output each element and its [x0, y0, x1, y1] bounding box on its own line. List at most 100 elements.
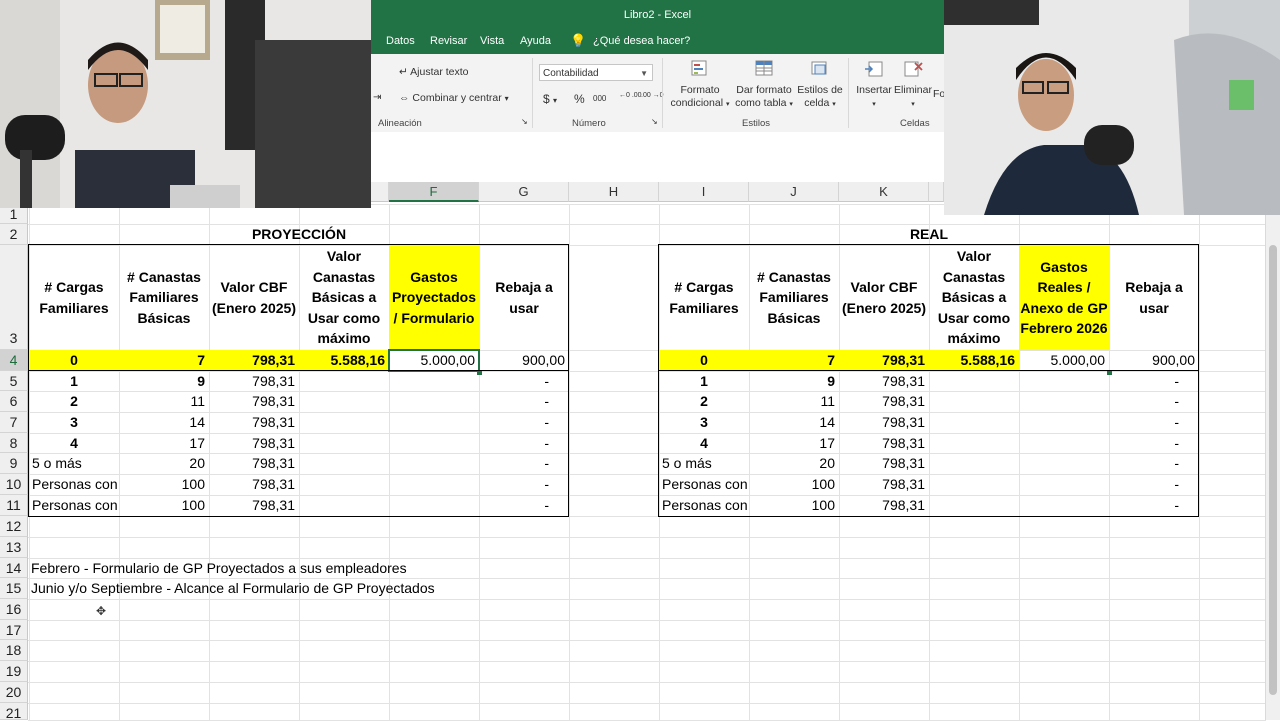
column-header-g[interactable]: G	[479, 182, 569, 202]
dialog-launcher-icon[interactable]: ↘	[521, 117, 528, 126]
row-header-18[interactable]: 18	[0, 640, 28, 661]
indent-icon[interactable]: ⇥	[373, 92, 381, 103]
tell-me-search[interactable]: ¿Qué desea hacer?	[593, 35, 690, 47]
row-header-19[interactable]: 19	[0, 661, 28, 682]
note-row-15: Junio y/o Septiembre - Alcance al Formul…	[31, 580, 435, 596]
delete-cells-icon	[904, 61, 923, 77]
grid-row-line	[28, 682, 1266, 683]
conditional-format-button[interactable]: Formato condicional ▾	[667, 58, 733, 111]
conditional-format-icon	[691, 60, 707, 76]
projection-table-border	[28, 244, 569, 517]
cond-format-label-2: condicional	[670, 97, 724, 109]
group-alignment-label: Alineación	[378, 118, 422, 129]
grid-row-line	[28, 640, 1266, 641]
cell-styles-icon	[811, 61, 827, 75]
ribbon-separator	[662, 58, 663, 128]
real-divider	[659, 370, 1199, 371]
column-header-e[interactable]	[371, 182, 389, 202]
column-header-h[interactable]: H	[569, 182, 659, 202]
scrollbar-thumb[interactable]	[1269, 245, 1277, 695]
row-header-17[interactable]: 17	[0, 620, 28, 640]
note-row-14: Febrero - Formulario de GP Proyectados a…	[31, 560, 407, 576]
cond-format-label-1: Formato	[680, 84, 720, 96]
cell-styles-button[interactable]: Estilos de celda ▾	[791, 58, 849, 111]
wrap-text-label: Ajustar texto	[410, 66, 469, 78]
wrap-text-icon: ↵	[399, 66, 408, 78]
webcam-presenter-left	[0, 0, 371, 208]
window-title: Libro2 - Excel	[623, 9, 692, 21]
excel-title-bar: Libro2 - Excel	[371, 0, 944, 30]
chevron-down-icon: ▼	[640, 69, 648, 78]
dialog-launcher-icon[interactable]: ↘	[651, 117, 658, 126]
currency-button[interactable]: $ ▾	[543, 92, 557, 106]
row-header-13[interactable]: 13	[0, 537, 28, 558]
grid-row-line	[28, 703, 1266, 704]
number-format-value: Contabilidad	[543, 68, 599, 79]
column-header-j[interactable]: J	[749, 182, 839, 202]
ribbon-separator	[848, 58, 849, 128]
ribbon-tabs: Datos Revisar Vista Ayuda 💡 ¿Qué desea h…	[371, 30, 944, 54]
row-header-5[interactable]: 5	[0, 371, 28, 391]
column-header-l[interactable]	[929, 182, 944, 202]
insert-label: Insertar	[856, 84, 892, 96]
row-header-3[interactable]: 3	[0, 245, 28, 350]
grid-row-line	[28, 720, 1266, 721]
row-header-20[interactable]: 20	[0, 682, 28, 703]
row-header-9[interactable]: 9	[0, 453, 28, 474]
format-table-label-2: como tabla	[735, 97, 787, 109]
real-table-border	[658, 244, 1199, 517]
cell-styles-label-2: celda	[804, 97, 830, 109]
row-header-12[interactable]: 12	[0, 516, 28, 537]
row-header-4[interactable]: 4	[0, 350, 28, 371]
tab-revisar[interactable]: Revisar	[430, 35, 467, 47]
real-title: REAL	[909, 226, 949, 242]
row-header-7[interactable]: 7	[0, 412, 28, 433]
percent-button[interactable]: %	[574, 92, 585, 106]
column-header-k[interactable]: K	[839, 182, 929, 202]
row-header-10[interactable]: 10	[0, 474, 28, 495]
row-header-11[interactable]: 11	[0, 495, 28, 516]
group-number-label: Número	[572, 118, 606, 129]
group-styles-label: Estilos	[742, 118, 770, 129]
row-header-16[interactable]: 16	[0, 599, 28, 620]
increase-decimal-button[interactable]: ←0 .00	[619, 92, 642, 99]
tab-ayuda[interactable]: Ayuda	[520, 35, 551, 47]
group-cells-label: Celdas	[900, 118, 930, 129]
decrease-decimal-button[interactable]: .00 →0	[641, 92, 664, 99]
wrap-text-button[interactable]: ↵ Ajustar texto	[399, 66, 469, 78]
currency-icon: $	[543, 92, 550, 106]
format-table-icon	[755, 60, 773, 76]
webcam-feed-right	[944, 0, 1280, 215]
vertical-scrollbar[interactable]	[1265, 215, 1280, 720]
merge-center-label: Combinar y centrar	[412, 92, 502, 104]
webcam-presenter-right	[944, 0, 1280, 215]
projection-title: PROYECCIÓN	[251, 226, 347, 242]
column-header-f[interactable]: F	[389, 182, 479, 202]
ribbon: ⇥ ↵ Ajustar texto ⇔ Combinar y centrar ▾…	[371, 54, 945, 133]
row-header-6[interactable]: 6	[0, 391, 28, 412]
grid-row-line	[28, 537, 1266, 538]
row-header-21[interactable]: 21	[0, 703, 28, 721]
delete-label: Eliminar	[894, 84, 932, 96]
grid-column-line	[569, 204, 570, 720]
ribbon-separator	[532, 58, 533, 128]
row-header-15[interactable]: 15	[0, 578, 28, 599]
delete-cells-button[interactable]: Eliminar ▾	[891, 58, 935, 111]
number-format-select[interactable]: Contabilidad ▼	[539, 64, 653, 81]
thousands-button[interactable]: 000	[593, 94, 606, 103]
tab-vista[interactable]: Vista	[480, 35, 504, 47]
grid-row-line	[28, 661, 1266, 662]
insert-cells-icon	[865, 61, 883, 77]
column-header-i[interactable]: I	[659, 182, 749, 202]
merge-icon: ⇔	[399, 92, 410, 104]
chevron-down-icon: ▾	[504, 94, 509, 103]
row-header-2[interactable]: 2	[0, 224, 28, 245]
format-as-table-button[interactable]: Dar formato como tabla ▾	[731, 58, 797, 111]
tab-datos[interactable]: Datos	[386, 35, 415, 47]
row-header-14[interactable]: 14	[0, 558, 28, 578]
projection-divider	[29, 370, 569, 371]
row-header-8[interactable]: 8	[0, 433, 28, 453]
grid-column-line	[1199, 204, 1200, 720]
merge-center-button[interactable]: ⇔ Combinar y centrar ▾	[399, 92, 509, 104]
insert-cells-button[interactable]: Insertar ▾	[852, 58, 896, 111]
